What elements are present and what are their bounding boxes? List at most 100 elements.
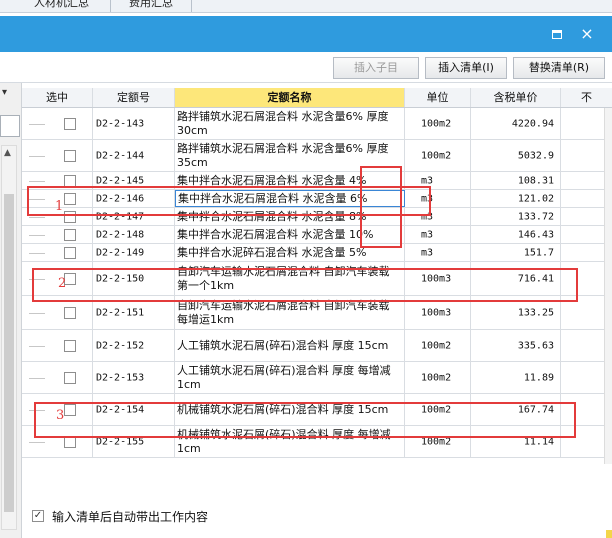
close-icon: × — [580, 24, 594, 43]
row-price: 335.63 — [517, 340, 554, 351]
row-unit-cell: 100m2 — [405, 108, 471, 139]
row-price-cell: 4220.94 — [471, 108, 561, 139]
tree-connector — [29, 123, 45, 125]
row-price: 121.02 — [517, 193, 554, 204]
row-name: 路拌铺筑水泥石屑混合料 水泥含量6% 厚度 30cm — [177, 109, 392, 137]
annotation-label-2: 2 — [58, 276, 67, 291]
row-name: 自卸汽车运输水泥石屑混合料 自卸汽车装载 每增运1km — [177, 298, 393, 326]
left-search-input[interactable] — [0, 115, 20, 137]
row-code: D2-2-149 — [96, 247, 145, 258]
row-unit: 100m2 — [421, 340, 452, 351]
close-button[interactable]: × — [578, 25, 596, 43]
row-select-cell — [22, 140, 93, 171]
row-unit: m3 — [421, 175, 434, 186]
row-price: 4220.94 — [511, 118, 554, 129]
row-code: D2-2-153 — [96, 372, 145, 383]
table-row[interactable]: D2-2-144 路拌铺筑水泥石屑混合料 水泥含量6% 厚度 35cm 100m2 5… — [22, 140, 612, 172]
insert-child-button[interactable]: 插入子目 — [333, 57, 419, 79]
header-name[interactable]: 定额名称 — [175, 88, 405, 107]
row-code: D2-2-151 — [96, 307, 145, 318]
left-scroll-thumb[interactable] — [4, 194, 14, 512]
row-price: 146.43 — [517, 229, 554, 240]
row-code-cell: D2-2-148 — [93, 226, 175, 243]
tree-connector — [29, 377, 45, 379]
row-price-cell: 335.63 — [471, 330, 561, 361]
row-code: D2-2-152 — [96, 340, 145, 351]
row-unit: 100m3 — [421, 307, 452, 318]
row-code: D2-2-148 — [96, 229, 145, 240]
row-code-cell: D2-2-144 — [93, 140, 175, 171]
row-unit: 100m2 — [421, 118, 452, 129]
status-stripe — [606, 530, 612, 538]
row-unit: m3 — [421, 247, 434, 258]
row-price-cell: 121.02 — [471, 190, 561, 207]
scroll-up-icon[interactable]: ▲ — [4, 148, 11, 158]
annotation-box-2 — [32, 268, 578, 302]
dialog-toolbar: 插入子目 插入清单(I) 替换清单(R) — [0, 52, 612, 83]
dialog-titlebar: × — [0, 16, 612, 52]
row-checkbox[interactable] — [64, 246, 76, 259]
table-row[interactable]: D2-2-143 路拌铺筑水泥石屑混合料 水泥含量6% 厚度 30cm 100m2 4… — [22, 108, 612, 140]
header-code[interactable]: 定额号 — [93, 88, 175, 107]
row-select-cell — [22, 226, 93, 243]
row-price-cell: 5032.9 — [471, 140, 561, 171]
tree-connector — [29, 252, 45, 254]
row-checkbox[interactable] — [64, 371, 76, 384]
row-checkbox[interactable] — [64, 339, 76, 352]
row-checkbox[interactable] — [64, 228, 76, 241]
row-code: D2-2-145 — [96, 175, 145, 186]
restore-icon — [552, 30, 562, 39]
table-row[interactable]: D2-2-149 集中拌合水泥碎石混合料 水泥含量 5% m3 151.7 — [22, 244, 612, 262]
row-code-cell: D2-2-153 — [93, 362, 175, 393]
tree-connector — [29, 441, 45, 443]
tab-cost-summary[interactable]: 费用汇总 — [110, 0, 192, 12]
header-unit[interactable]: 单位 — [405, 88, 471, 107]
row-select-cell — [22, 362, 93, 393]
row-unit-cell: m3 — [405, 244, 471, 261]
row-price: 133.72 — [517, 211, 554, 222]
header-extra[interactable]: 不 — [561, 88, 612, 107]
row-price-cell: 151.7 — [471, 244, 561, 261]
row-name: 人工铺筑水泥石屑(碎石)混合料 厚度 每增减1cm — [177, 363, 391, 391]
row-unit: 100m2 — [421, 150, 452, 161]
row-price: 151.7 — [523, 247, 554, 258]
row-price: 108.31 — [517, 175, 554, 186]
tree-connector — [29, 312, 45, 314]
row-price: 5032.9 — [517, 150, 554, 161]
row-code: D2-2-144 — [96, 150, 145, 161]
row-unit: m3 — [421, 229, 434, 240]
row-price-cell: 108.31 — [471, 172, 561, 189]
row-code-cell: D2-2-143 — [93, 108, 175, 139]
row-checkbox[interactable] — [64, 117, 76, 130]
auto-work-content-label: 输入清单后自动带出工作内容 — [52, 510, 209, 524]
table-row[interactable]: D2-2-152 人工铺筑水泥石屑(碎石)混合料 厚度 15cm 100m2 335.… — [22, 330, 612, 362]
left-scrollbar[interactable]: ▲ — [1, 145, 17, 530]
restore-button[interactable] — [548, 25, 566, 43]
replace-list-button[interactable]: 替换清单(R) — [513, 57, 605, 79]
table-header: 选中 定额号 定额名称 单位 含税单价 不 — [22, 88, 612, 108]
row-unit-cell: 100m2 — [405, 330, 471, 361]
row-select-cell — [22, 108, 93, 139]
tree-connector — [29, 155, 45, 157]
row-checkbox[interactable] — [64, 306, 76, 319]
chevron-down-icon[interactable]: ▾ — [2, 87, 7, 98]
header-select[interactable]: 选中 — [22, 88, 93, 107]
annotation-label-3: 3 — [56, 408, 65, 423]
row-price-cell: 146.43 — [471, 226, 561, 243]
tab-material-summary[interactable]: 人材机汇总 — [28, 0, 95, 12]
insert-list-button[interactable]: 插入清单(I) — [425, 57, 507, 79]
annotation-box-3 — [34, 402, 576, 438]
right-scrollbar[interactable] — [604, 108, 612, 464]
left-tree-panel: ▾ ▲ — [0, 83, 22, 538]
table-row[interactable]: D2-2-148 集中拌合水泥石屑混合料 水泥含量 10% m3 146.43 — [22, 226, 612, 244]
annotation-label-1: 1 — [55, 199, 64, 214]
table-row[interactable]: D2-2-153 人工铺筑水泥石屑(碎石)混合料 厚度 每增减1cm 100m2 11… — [22, 362, 612, 394]
row-checkbox[interactable] — [64, 174, 76, 187]
row-name: 人工铺筑水泥石屑(碎石)混合料 厚度 15cm — [177, 338, 389, 352]
row-name-cell: 路拌铺筑水泥石屑混合料 水泥含量6% 厚度 30cm — [175, 108, 405, 139]
auto-work-content-checkbox[interactable]: ✓ — [32, 510, 44, 522]
row-checkbox[interactable] — [64, 149, 76, 162]
annotation-box-percent — [360, 166, 402, 248]
top-tab-bar: 人材机汇总 费用汇总 — [0, 0, 612, 13]
header-price[interactable]: 含税单价 — [471, 88, 561, 107]
